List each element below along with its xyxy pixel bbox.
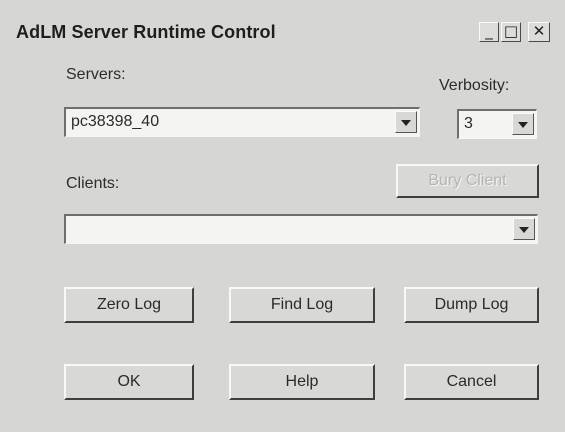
- verbosity-dropdown-button[interactable]: [512, 113, 534, 135]
- find-log-button[interactable]: Find Log: [229, 287, 375, 323]
- minimize-icon: _: [485, 22, 493, 40]
- chevron-down-icon: [518, 122, 528, 128]
- verbosity-label: Verbosity:: [439, 77, 510, 94]
- maximize-button[interactable]: □: [501, 22, 521, 42]
- servers-label: Servers:: [66, 66, 126, 83]
- clients-label: Clients:: [66, 175, 120, 192]
- clients-dropdown-button[interactable]: [513, 218, 535, 240]
- title-bar: AdLM Server Runtime Control _ □ ✕: [0, 0, 565, 46]
- help-button[interactable]: Help: [229, 364, 375, 400]
- verbosity-select-value: 3: [464, 115, 473, 132]
- servers-dropdown-button[interactable]: [395, 111, 417, 133]
- servers-select-value: pc38398_40: [71, 113, 160, 130]
- close-button[interactable]: ✕: [528, 22, 550, 42]
- ok-button[interactable]: OK: [64, 364, 194, 400]
- zero-log-button[interactable]: Zero Log: [64, 287, 194, 323]
- window-title: AdLM Server Runtime Control: [16, 22, 276, 42]
- chevron-down-icon: [519, 227, 529, 233]
- dump-log-button[interactable]: Dump Log: [404, 287, 539, 323]
- clients-select[interactable]: [64, 214, 538, 244]
- servers-select[interactable]: pc38398_40: [64, 107, 420, 137]
- adlm-runtime-control-dialog: AdLM Server Runtime Control _ □ ✕ Server…: [0, 0, 565, 432]
- verbosity-select[interactable]: 3: [457, 109, 537, 139]
- cancel-button[interactable]: Cancel: [404, 364, 539, 400]
- close-icon: ✕: [532, 22, 546, 40]
- bury-client-button[interactable]: Bury Client: [396, 164, 539, 198]
- minimize-button[interactable]: _: [479, 22, 499, 42]
- maximize-icon: □: [503, 22, 519, 40]
- chevron-down-icon: [401, 120, 411, 126]
